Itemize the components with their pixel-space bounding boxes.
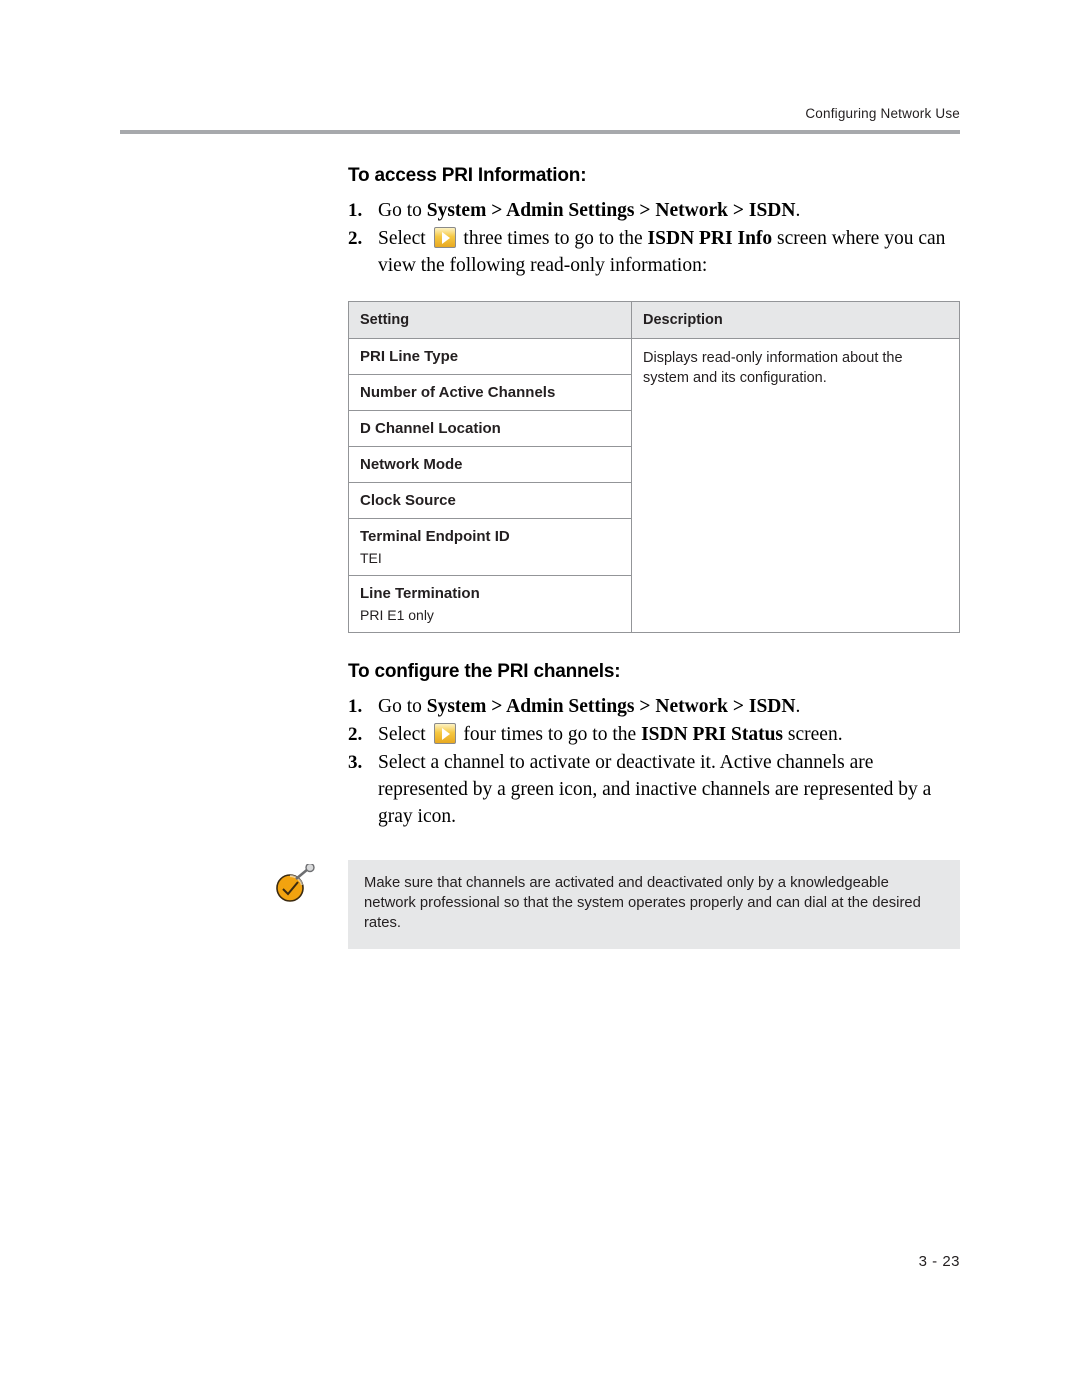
- step-text-pre: Go to: [378, 696, 427, 717]
- screen-name-isdn-pri-status: ISDN PRI Status: [641, 724, 784, 745]
- step-item: 1. Go to System > Admin Settings > Netwo…: [348, 693, 960, 720]
- setting-name: Clock Source: [348, 482, 632, 519]
- menu-sep-1: >: [486, 696, 507, 717]
- table-head: Setting Description: [348, 301, 960, 339]
- setting-name: Terminal Endpoint ID TEI: [348, 518, 632, 576]
- setting-name: Network Mode: [348, 446, 632, 483]
- setting-name: Line Termination PRI E1 only: [348, 575, 632, 633]
- step-text-pre: Select: [378, 228, 431, 249]
- screen-name-isdn-pri-info: ISDN PRI Info: [647, 228, 773, 249]
- section-heading-configure-pri: To configure the PRI channels:: [348, 661, 621, 682]
- steps-list-access-pri: 1. Go to System > Admin Settings > Netwo…: [348, 197, 960, 279]
- arrow-right-button-icon: [433, 227, 456, 248]
- step-number: 3.: [348, 752, 363, 773]
- column-header-description: Description: [631, 301, 960, 339]
- step-text-mid: four times to go to the: [458, 724, 642, 745]
- menu-path-admin-settings: Admin Settings: [506, 696, 635, 717]
- step-text-post: screen.: [783, 724, 843, 745]
- setting-name: D Channel Location: [348, 410, 632, 447]
- step-item: 3. Select a channel to activate or deact…: [348, 749, 960, 830]
- page-content: To access PRI Information: 1. Go to Syst…: [276, 165, 960, 949]
- running-head: Configuring Network Use: [805, 106, 960, 121]
- arrow-right-button-icon: [433, 723, 456, 744]
- setting-name-sub: PRI E1 only: [360, 607, 434, 623]
- step-text-post: .: [795, 696, 801, 717]
- menu-path-system: System: [426, 696, 487, 717]
- note-text: Make sure that channels are activated an…: [348, 860, 960, 949]
- step-text-post: .: [795, 200, 801, 221]
- menu-sep-1: >: [486, 200, 507, 221]
- setting-name: PRI Line Type: [348, 338, 632, 375]
- menu-sep-2: >: [634, 696, 656, 717]
- page-number: 3 - 23: [918, 1253, 960, 1270]
- setting-name-main: Line Termination: [360, 585, 480, 602]
- step-text: Go to System > Admin Settings > Network …: [378, 197, 960, 224]
- menu-path-isdn: ISDN: [748, 696, 796, 717]
- menu-sep-3: >: [727, 696, 749, 717]
- column-header-setting: Setting: [348, 301, 632, 339]
- table-row: PRI Line Type Displays read-only informa…: [348, 338, 960, 633]
- menu-path-network: Network: [655, 200, 728, 221]
- setting-name-sub: TEI: [360, 550, 382, 566]
- step-text-mid: three times to go to the: [458, 228, 648, 249]
- step-number: 1.: [348, 696, 363, 717]
- menu-path-network: Network: [655, 696, 728, 717]
- section-heading-access-pri: To access PRI Information:: [348, 165, 587, 186]
- menu-sep-2: >: [634, 200, 656, 221]
- step-item: 2. Select three times to go to the ISDN …: [348, 225, 960, 279]
- step-text: Select a channel to activate or deactiva…: [378, 752, 932, 827]
- menu-sep-3: >: [727, 200, 749, 221]
- step-text-pre: Select: [378, 724, 431, 745]
- step-item: 1. Go to System > Admin Settings > Netwo…: [348, 197, 960, 224]
- table-header-row: Setting Description: [348, 301, 960, 339]
- pri-information-table: Setting Description PRI Line Type Displa…: [348, 301, 960, 633]
- setting-name-main: Terminal Endpoint ID: [360, 528, 510, 545]
- note-pushpin-icon: [276, 864, 315, 902]
- step-text: Select four times to go to the ISDN PRI …: [378, 721, 960, 748]
- step-text: Go to System > Admin Settings > Network …: [378, 693, 960, 720]
- table-body: PRI Line Type Displays read-only informa…: [348, 338, 960, 633]
- step-text-pre: Go to: [378, 200, 427, 221]
- step-number: 1.: [348, 200, 363, 221]
- step-text: Select three times to go to the ISDN PRI…: [378, 225, 960, 279]
- step-number: 2.: [348, 724, 363, 745]
- setting-name: Number of Active Channels: [348, 374, 632, 411]
- header-rule: [120, 130, 960, 134]
- step-number: 2.: [348, 228, 363, 249]
- setting-description: Displays read-only information about the…: [631, 338, 960, 633]
- note-block: Make sure that channels are activated an…: [276, 860, 960, 949]
- menu-path-isdn: ISDN: [748, 200, 796, 221]
- menu-path-admin-settings: Admin Settings: [506, 200, 635, 221]
- step-item: 2. Select four times to go to the ISDN P…: [348, 721, 960, 748]
- menu-path-system: System: [426, 200, 487, 221]
- document-page: Configuring Network Use To access PRI In…: [0, 0, 1080, 1397]
- steps-list-configure-pri: 1. Go to System > Admin Settings > Netwo…: [348, 693, 960, 830]
